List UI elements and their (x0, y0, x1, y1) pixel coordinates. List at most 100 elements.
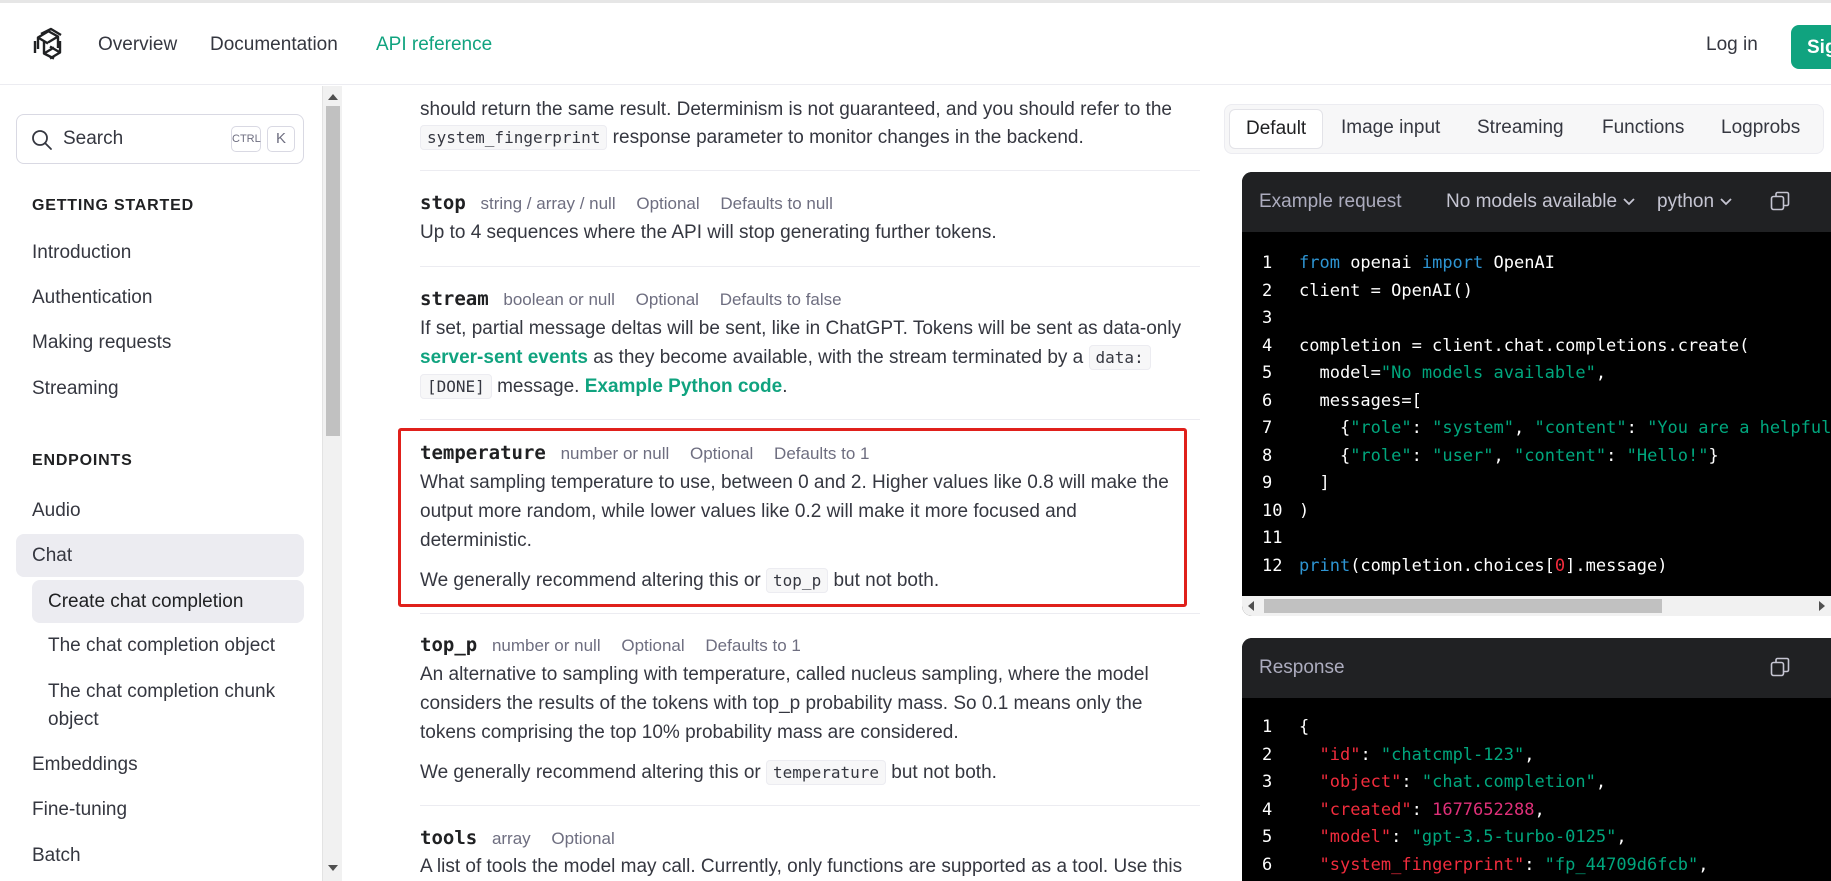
sidebar: Search CTRL K GETTING STARTED Introducti… (0, 86, 322, 881)
param-header-stop: stop string / array / null Optional Defa… (420, 192, 849, 214)
code-line: 8 {"role": "user", "content": "Hello!"} (1262, 445, 1719, 466)
period: . (782, 376, 788, 397)
sidebar-item-embeddings[interactable]: Embeddings (32, 754, 138, 776)
tab-functions[interactable]: Functions (1602, 117, 1684, 139)
param-desc-stream-line-3: [DONE] message. Example Python code. (420, 372, 1200, 401)
copy-icon[interactable] (1769, 190, 1791, 212)
tab-default[interactable]: Default (1229, 109, 1324, 149)
code-line: 4 "created": 1677652288, (1262, 799, 1545, 820)
request-code-block: 1 from openai import OpenAI 2 client = Ope… (1242, 250, 1831, 580)
sidebar-item-streaming[interactable]: Streaming (32, 378, 119, 400)
param-name-stream: stream (420, 288, 489, 310)
param-divider (420, 613, 1200, 614)
param-optional: Optional (636, 194, 700, 213)
param-type: array (491, 829, 531, 848)
inline-code-temperature: temperature (766, 760, 886, 785)
code-line: 5 "model": "gpt-3.5-turbo-0125", (1262, 827, 1627, 847)
getting-started-heading: GETTING STARTED (32, 197, 194, 214)
seed-description-line: should return the same result. Determini… (420, 99, 1172, 120)
example-request-panel: Example request No models available pyth… (1242, 172, 1831, 616)
tab-streaming[interactable]: Streaming (1477, 117, 1564, 139)
param-header-stream: stream boolean or null Optional Defaults… (420, 288, 858, 310)
example-request-title: Example request (1259, 191, 1402, 212)
nav-documentation[interactable]: Documentation (210, 34, 338, 56)
openai-logo-icon[interactable] (30, 27, 66, 63)
sidebar-item-making-requests[interactable]: Making requests (32, 332, 171, 354)
scroll-left-arrow-icon[interactable] (1248, 601, 1254, 611)
sidebar-item-batch[interactable]: Batch (32, 845, 81, 867)
sidebar-item-create-chat-completion[interactable]: Create chat completion (32, 580, 304, 623)
code-line: 10) (1262, 500, 1310, 521)
param-default: Defaults to null (720, 194, 833, 213)
inline-code-done: [DONE] (420, 374, 492, 399)
scroll-right-arrow-icon[interactable] (1819, 601, 1825, 611)
rec-text: We generally recommend altering this or (420, 762, 761, 783)
code-line: 1{ (1262, 717, 1310, 737)
response-panel: Response 1{ 2 "id": "chatcmpl-123", 3 "o… (1242, 638, 1831, 881)
param-type: number or null (491, 636, 601, 655)
sidebar-scroll-thumb[interactable] (326, 106, 340, 436)
param-divider (420, 805, 1200, 806)
kbd-k: K (267, 126, 295, 152)
param-desc-stream-line-2: server-sent events as they become availa… (420, 343, 1200, 372)
example-python-code-link[interactable]: Example Python code (585, 376, 782, 397)
seed-description-rest: response parameter to monitor changes in… (612, 127, 1084, 148)
code-line: 3 (1262, 308, 1273, 328)
temperature-highlight-box (398, 428, 1187, 607)
code-line: 9 ] (1262, 473, 1330, 493)
sidebar-item-authentication[interactable]: Authentication (32, 287, 152, 309)
tab-logprobs[interactable]: Logprobs (1721, 117, 1800, 139)
language-dropdown-label: python (1657, 191, 1715, 212)
sidebar-item-fine-tuning[interactable]: Fine-tuning (32, 799, 127, 821)
code-line: 3 "object": "chat.completion", (1262, 772, 1607, 792)
param-desc-top-p-line-2: considers the results of the tokens with… (420, 693, 1143, 714)
param-desc-text: message. (497, 376, 580, 397)
search-placeholder: Search (63, 128, 124, 149)
param-divider (420, 419, 1200, 420)
login-button[interactable]: Log in (1706, 34, 1758, 56)
model-dropdown[interactable]: No models available (1446, 191, 1636, 213)
code-line: 12 print(completion.choices[0].message) (1262, 555, 1668, 576)
param-name-tools: tools (420, 827, 478, 849)
param-type: string / array / null (480, 194, 616, 213)
param-rec-top-p: We generally recommend altering this or … (420, 758, 1200, 787)
sidebar-item-audio[interactable]: Audio (32, 500, 81, 522)
param-desc-tools-line-1: A list of tools the model may call. Curr… (420, 856, 1183, 877)
top-nav-bar: Overview Documentation API reference Log… (0, 3, 1831, 85)
sidebar-scrollbar[interactable] (322, 86, 342, 881)
param-desc-stop: Up to 4 sequences where the API will sto… (420, 222, 997, 243)
param-optional: Optional (551, 829, 615, 848)
search-input[interactable]: Search CTRL K (16, 114, 304, 164)
response-code-block: 1{ 2 "id": "chatcmpl-123", 3 "object": "… (1242, 714, 1831, 879)
seed-description-line-2: system_fingerprint response parameter to… (420, 123, 1200, 152)
sidebar-item-introduction[interactable]: Introduction (32, 242, 131, 264)
tab-image-input[interactable]: Image input (1341, 117, 1440, 139)
param-default: Defaults to 1 (705, 636, 801, 655)
param-header-tools: tools array Optional (420, 827, 631, 849)
nav-overview[interactable]: Overview (98, 34, 177, 56)
sidebar-item-chat[interactable]: Chat (16, 534, 304, 577)
param-desc-text: as they become available, with the strea… (593, 347, 1084, 368)
scroll-down-arrow-icon[interactable] (328, 865, 338, 871)
example-request-header: Example request No models available pyth… (1242, 172, 1831, 232)
sidebar-item-chat-completion-object[interactable]: The chat completion object (48, 632, 275, 660)
code-scroll-thumb[interactable] (1264, 599, 1662, 613)
endpoints-heading: ENDPOINTS (32, 452, 133, 469)
code-horizontal-scrollbar[interactable] (1242, 596, 1831, 616)
search-icon (32, 130, 52, 150)
language-dropdown[interactable]: python (1657, 191, 1733, 213)
kbd-ctrl: CTRL (231, 126, 261, 152)
scroll-up-arrow-icon[interactable] (328, 94, 338, 100)
model-dropdown-label: No models available (1446, 191, 1618, 212)
param-header-top-p: top_p number or null Optional Defaults t… (420, 634, 817, 656)
copy-icon[interactable] (1769, 656, 1791, 678)
param-desc-top-p-line-3: tokens comprising the top 10% probabilit… (420, 722, 959, 743)
signup-button[interactable]: Sig (1791, 25, 1831, 69)
param-desc-stream-line-1: If set, partial message deltas will be s… (420, 318, 1182, 339)
sidebar-item-chat-completion-chunk-object[interactable]: The chat completion chunk object (48, 678, 298, 734)
code-line: 6 messages=[ (1262, 390, 1422, 411)
nav-api-reference[interactable]: API reference (376, 34, 492, 56)
code-line: 4 completion = client.chat.completions.cr… (1262, 335, 1750, 356)
server-sent-events-link[interactable]: server-sent events (420, 347, 588, 368)
param-optional: Optional (635, 290, 699, 309)
